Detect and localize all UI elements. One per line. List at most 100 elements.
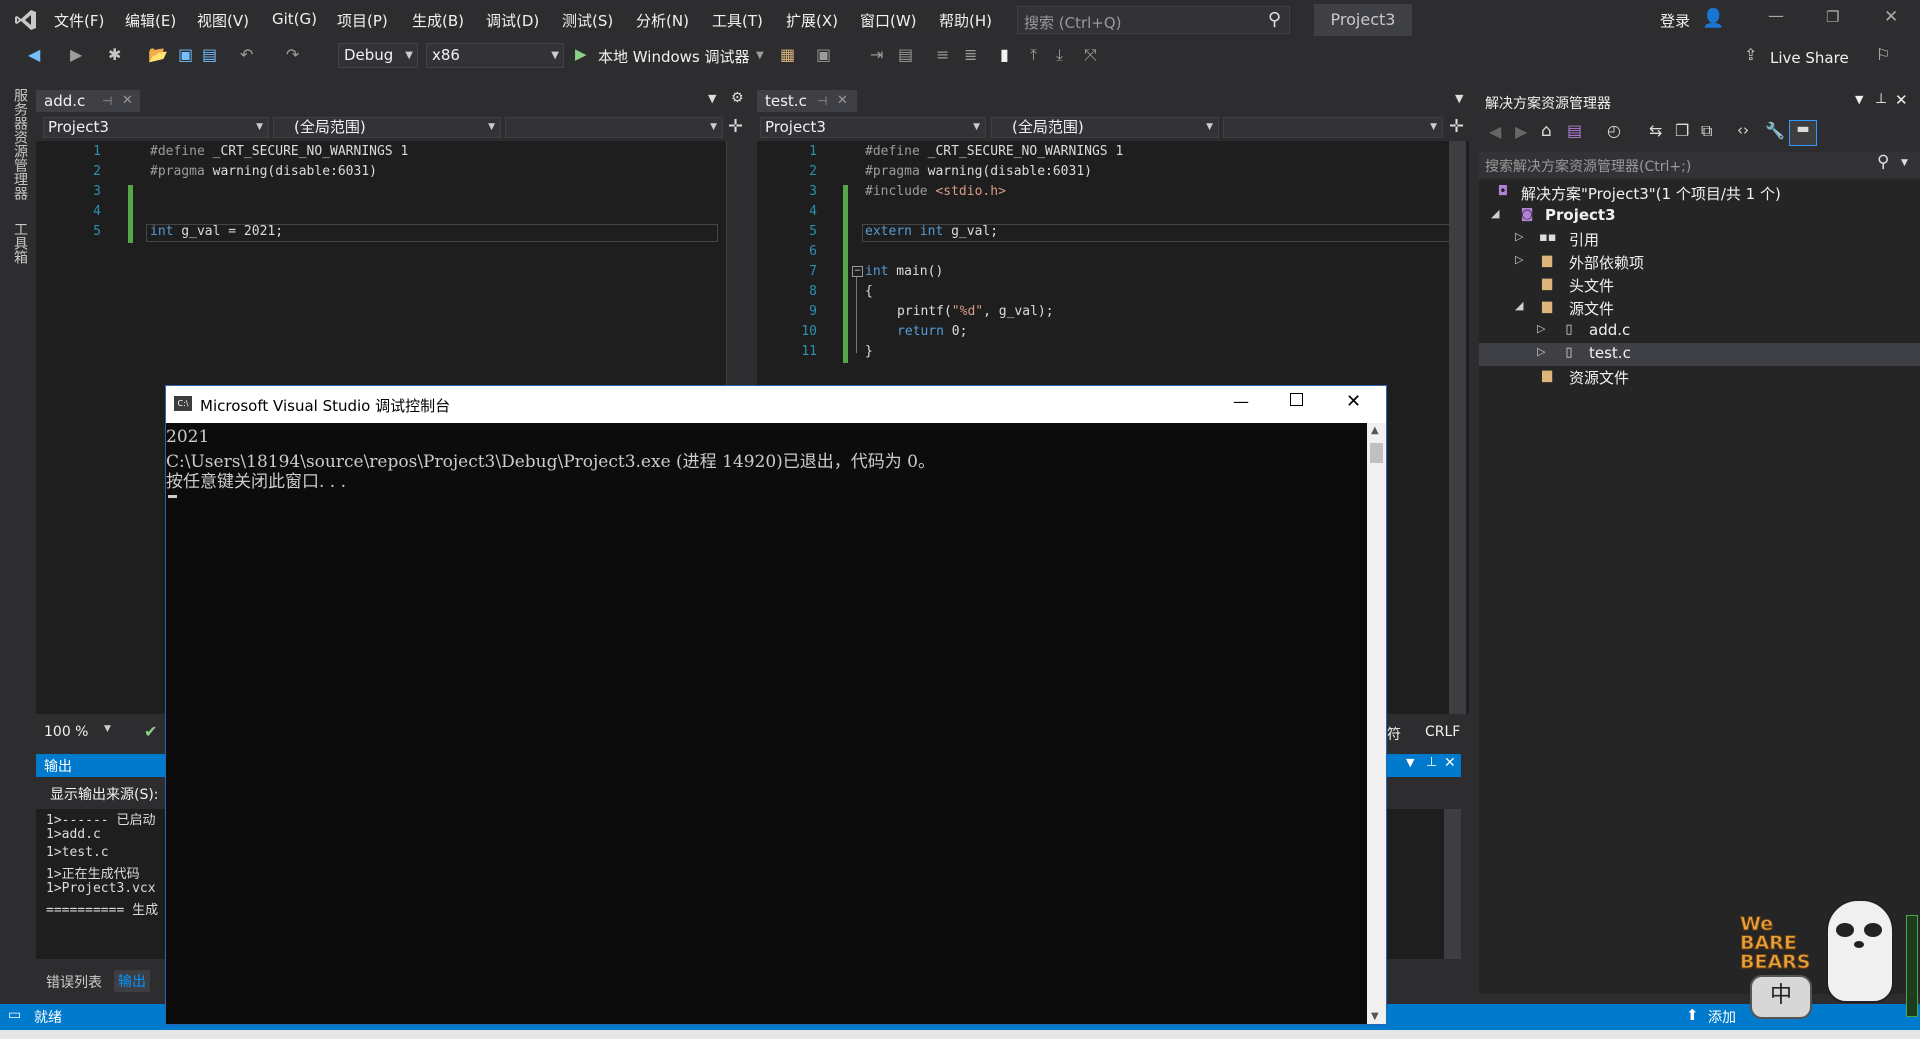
next-bookmark-icon[interactable]: ⤓ [1056, 45, 1063, 65]
expanded-arrow-icon[interactable]: ◢ [1515, 299, 1523, 312]
chevron-down-icon[interactable]: ▼ [756, 50, 764, 61]
tree-external-deps[interactable]: 外部依赖项 [1569, 252, 1644, 273]
split-icon[interactable]: ✛ [728, 116, 743, 137]
preview-icon[interactable]: ▬ [1789, 120, 1817, 146]
play-icon[interactable]: ▶ [575, 45, 587, 63]
scroll-thumb[interactable] [1370, 443, 1383, 463]
platform-select[interactable]: x86 ▼ [426, 43, 564, 68]
uncomment-icon[interactable]: ≣ [964, 45, 977, 64]
save-icon[interactable]: ▣ [178, 45, 193, 64]
member-select[interactable]: ▼ [1223, 117, 1443, 138]
menu-tools[interactable]: 工具(T) [712, 10, 763, 31]
chevron-down-icon[interactable]: ▼ [104, 724, 111, 734]
scroll-down-icon[interactable]: ▼ [1371, 1011, 1379, 1022]
menu-view[interactable]: 视图(V) [197, 10, 249, 31]
scroll-up-icon[interactable]: ▲ [1371, 425, 1379, 436]
split-icon[interactable]: ✛ [1449, 116, 1464, 137]
tab-test-c[interactable]: test.c ⊣ ✕ [757, 90, 857, 112]
redo-icon[interactable]: ↷ [286, 45, 299, 64]
config-select[interactable]: Debug ▼ [338, 43, 418, 68]
menu-build[interactable]: 生成(B) [412, 10, 464, 31]
pin-icon[interactable]: ⊣ [817, 90, 827, 112]
menu-test[interactable]: 测试(S) [562, 10, 613, 31]
user-icon[interactable]: 👤 [1702, 8, 1724, 29]
run-debugger-button[interactable]: 本地 Windows 调试器 [598, 46, 750, 67]
menu-extensions[interactable]: 扩展(X) [786, 10, 838, 31]
chevron-down-icon[interactable]: ▼ [1901, 158, 1908, 168]
scrollbar[interactable] [1444, 809, 1461, 959]
scrollbar[interactable] [1449, 141, 1466, 714]
member-select[interactable]: ▼ [505, 117, 723, 138]
console-titlebar[interactable]: C:\ Microsoft Visual Studio 调试控制台 — ✕ [166, 386, 1386, 423]
collapsed-arrow-icon[interactable]: ▷ [1515, 253, 1523, 266]
line-ending[interactable]: CRLF [1425, 724, 1460, 740]
tab-error-list[interactable]: 错误列表 [46, 972, 102, 992]
pin-icon[interactable]: ⊥ [1426, 755, 1437, 770]
project-select[interactable]: Project3 ▼ [43, 117, 269, 138]
minimize-icon[interactable]: — [1233, 392, 1249, 411]
code-icon[interactable]: ‹› [1737, 121, 1749, 139]
bookmark-icon[interactable]: ▮ [1000, 45, 1009, 64]
outline-icon[interactable]: ▤ [898, 45, 913, 64]
wrench-icon[interactable]: 🔧 [1765, 121, 1785, 140]
tree-solution[interactable]: 解决方案"Project3"(1 个项目/共 1 个) [1521, 183, 1781, 204]
close-icon[interactable]: ✕ [1444, 755, 1456, 771]
scope-select[interactable]: (全局范围) ▼ [273, 117, 501, 138]
vs-logo-icon[interactable] [14, 8, 38, 32]
comment-icon[interactable]: ≡ [936, 45, 949, 64]
server-explorer-tab[interactable]: 服务器资源管理器 [10, 88, 30, 200]
tab-output[interactable]: 输出 [114, 970, 150, 992]
pin-icon[interactable]: ⊣ [102, 90, 112, 112]
ime-indicator[interactable]: 中 [1750, 975, 1812, 1019]
notification-icon[interactable]: ▭ [8, 1007, 21, 1023]
collapsed-arrow-icon[interactable]: ▷ [1515, 230, 1523, 243]
add-to-source-control[interactable]: 添加 [1708, 1007, 1736, 1027]
tree-source-files[interactable]: 源文件 [1569, 298, 1614, 319]
close-icon[interactable]: ✕ [1884, 7, 1898, 27]
pending-changes-icon[interactable]: ◴ [1607, 121, 1621, 140]
forward-icon[interactable]: ▶ [70, 45, 82, 64]
menu-edit[interactable]: 编辑(E) [125, 10, 176, 31]
menu-file[interactable]: 文件(F) [54, 10, 104, 31]
screenshot-icon[interactable]: ▣ [816, 45, 831, 64]
close-icon[interactable]: ✕ [837, 90, 848, 112]
menu-project[interactable]: 项目(P) [337, 10, 388, 31]
toolbox-tab[interactable]: 工具箱 [10, 222, 30, 264]
collapse-all-icon[interactable]: ❐ [1675, 121, 1689, 140]
debug-console-window[interactable]: C:\ Microsoft Visual Studio 调试控制台 — ✕ 20… [165, 385, 1387, 1025]
live-share-button[interactable]: Live Share [1770, 49, 1849, 67]
login-link[interactable]: 登录 [1660, 10, 1690, 31]
tree-test-c[interactable]: test.c [1589, 344, 1631, 362]
close-icon[interactable]: ✕ [1346, 391, 1361, 412]
close-icon[interactable]: ✕ [122, 90, 133, 112]
home-icon[interactable]: ⌂ [1541, 121, 1552, 141]
gear-icon[interactable]: ⚙ [731, 90, 744, 106]
browse-icon[interactable]: ▦ [780, 45, 795, 64]
menu-help[interactable]: 帮助(H) [939, 10, 992, 31]
menu-debug[interactable]: 调试(D) [486, 10, 539, 31]
tree-project[interactable]: Project3 [1545, 206, 1616, 224]
menu-analyze[interactable]: 分析(N) [636, 10, 689, 31]
chevron-down-icon[interactable]: ▼ [1406, 756, 1414, 769]
sync-icon[interactable]: ⇆ [1649, 121, 1662, 140]
arrow-up-icon[interactable]: ⬆ [1686, 1006, 1699, 1024]
project-select[interactable]: Project3 ▼ [760, 117, 986, 138]
menu-git[interactable]: Git(G) [272, 10, 317, 28]
menu-window[interactable]: 窗口(W) [860, 10, 917, 31]
zoom-level[interactable]: 100 % [44, 724, 88, 740]
tree-add-c[interactable]: add.c [1589, 321, 1630, 339]
undo-icon[interactable]: ↶ [240, 45, 253, 64]
pin-icon[interactable]: ⊥ [1875, 91, 1887, 107]
step-icon[interactable]: ⇥ [870, 45, 883, 64]
collapse-icon[interactable]: − [852, 266, 863, 277]
search-input[interactable]: 搜索 (Ctrl+Q) ⚲ [1017, 6, 1290, 34]
minimize-icon[interactable]: — [1768, 6, 1784, 25]
chevron-down-icon[interactable]: ▼ [1855, 93, 1863, 106]
forward-icon[interactable]: ▶ [1515, 122, 1527, 141]
close-icon[interactable]: ✕ [1895, 91, 1908, 109]
collapsed-arrow-icon[interactable]: ▷ [1537, 345, 1545, 358]
scope-select[interactable]: (全局范围) ▼ [991, 117, 1219, 138]
expanded-arrow-icon[interactable]: ◢ [1491, 207, 1499, 220]
new-project-icon[interactable]: ✱ [108, 45, 121, 64]
tab-add-c[interactable]: add.c ⊣ ✕ [36, 90, 140, 112]
